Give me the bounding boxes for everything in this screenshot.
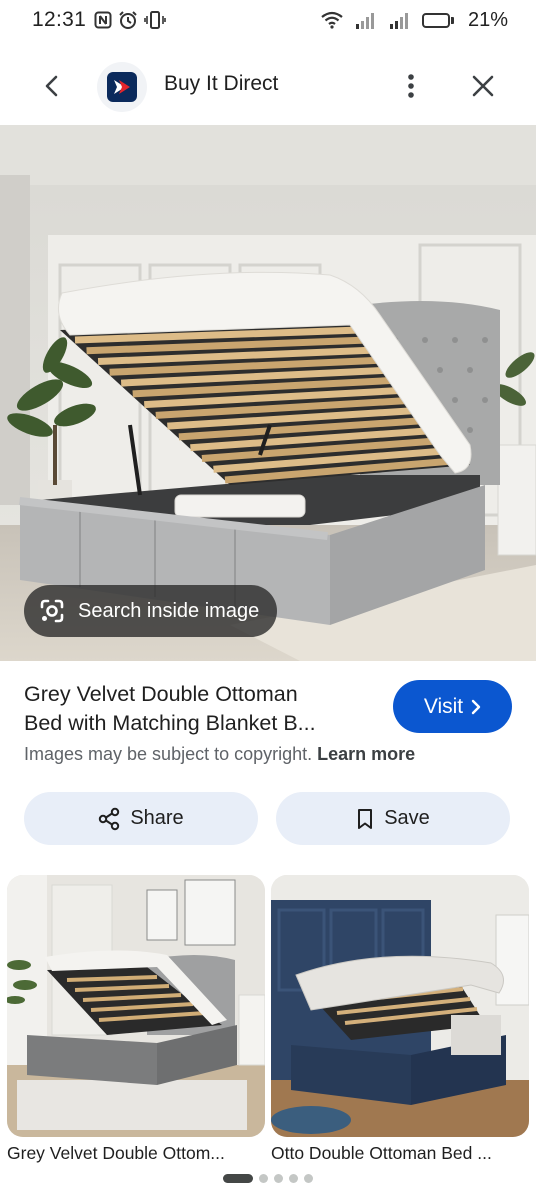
copyright-text: Images may be subject to copyright. — [24, 744, 313, 764]
status-time: 12:31 — [32, 8, 87, 31]
related-thumbnail — [7, 875, 265, 1137]
product-title-line-1: Grey Velvet Double Ottoman — [24, 682, 298, 706]
page-dot — [274, 1174, 283, 1183]
visit-label: Visit — [423, 694, 464, 718]
chevron-right-icon — [471, 699, 481, 714]
share-label: Share — [130, 807, 184, 829]
related-image-card[interactable]: Grey Velvet Double Ottom... — [7, 875, 265, 1164]
search-inside-image-button[interactable]: Search inside image — [24, 585, 278, 637]
save-label: Save — [384, 807, 430, 829]
status-left: 12:31 — [32, 8, 166, 32]
buy-it-direct-logo-icon — [107, 72, 137, 102]
alarm-icon — [118, 10, 138, 30]
search-inside-image-label: Search inside image — [78, 599, 260, 622]
related-caption: Grey Velvet Double Ottom... — [7, 1143, 225, 1163]
page-dot — [289, 1174, 298, 1183]
navy-ottoman-bed-photo — [271, 875, 529, 1137]
main-product-image[interactable]: Search inside image — [0, 125, 536, 661]
nfc-icon — [94, 11, 112, 29]
copyright-notice: Images may be subject to copyright. Lear… — [24, 744, 415, 765]
battery-tip — [450, 16, 454, 24]
related-thumbnail — [271, 875, 529, 1137]
chevron-left-icon — [45, 75, 58, 97]
share-icon — [99, 807, 120, 830]
battery-icon — [421, 12, 454, 28]
signal-icon — [388, 10, 412, 30]
related-image-card[interactable]: Otto Double Ottoman Bed ... — [271, 875, 529, 1164]
grey-ottoman-bed-photo — [7, 875, 265, 1137]
status-bar: 12:31 21% — [0, 0, 536, 40]
more-options-button[interactable] — [394, 68, 428, 104]
google-lens-icon — [40, 599, 64, 623]
visit-button[interactable]: Visit — [393, 680, 512, 733]
app-header: Buy It Direct — [0, 54, 536, 118]
learn-more-link[interactable]: Learn more — [317, 744, 415, 764]
related-caption: Otto Double Ottoman Bed ... — [271, 1143, 492, 1163]
battery-body — [421, 12, 450, 28]
product-title[interactable]: Grey Velvet Double Ottoman Bed with Matc… — [24, 680, 374, 738]
site-logo — [97, 62, 147, 112]
save-button[interactable]: Save — [276, 792, 510, 845]
page-dot — [259, 1174, 268, 1183]
product-title-line-2: Bed with Matching Blanket B... — [24, 711, 316, 735]
share-button[interactable]: Share — [24, 792, 258, 845]
ottoman-bed-photo — [0, 125, 536, 661]
back-button[interactable] — [34, 68, 70, 104]
bookmark-icon — [358, 808, 373, 829]
status-icons — [94, 10, 166, 30]
site-title: Buy It Direct — [164, 72, 279, 95]
vibrate-icon — [144, 10, 166, 30]
signal-icon — [354, 10, 378, 30]
page-dot — [304, 1174, 313, 1183]
close-icon — [472, 75, 494, 97]
page-indicator — [0, 1174, 536, 1183]
battery-percent: 21% — [467, 8, 508, 31]
more-vert-icon — [408, 74, 414, 98]
close-button[interactable] — [464, 68, 502, 104]
status-right: 21% — [320, 9, 508, 32]
wifi-icon — [320, 10, 344, 30]
page-dot-active — [223, 1174, 253, 1183]
